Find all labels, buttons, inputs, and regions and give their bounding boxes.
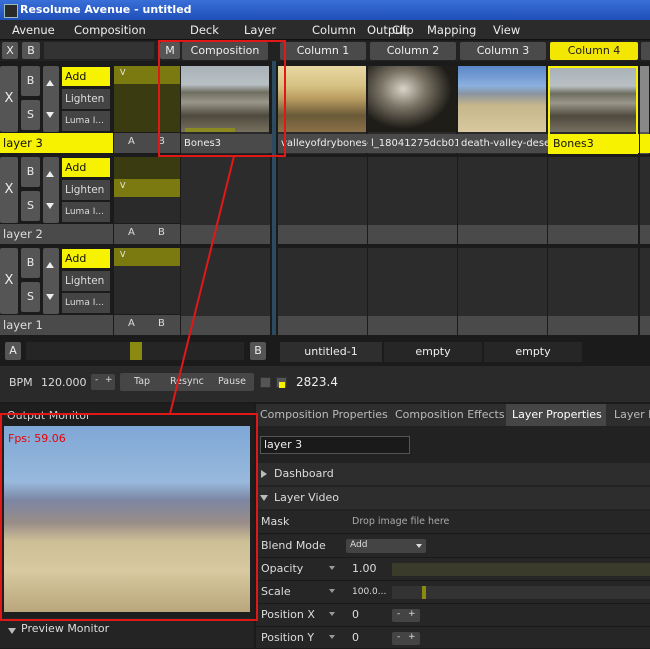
annotation-overlay: [0, 40, 286, 621]
annotation-box-composition: [158, 40, 286, 157]
annotation-connector: [169, 155, 235, 415]
annotation-box-output: [0, 413, 258, 621]
